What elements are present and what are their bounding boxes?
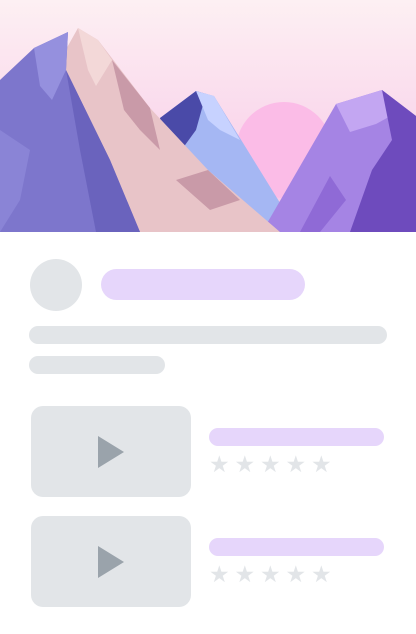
video-list-item[interactable]: ★ ★ ★ ★ ★ bbox=[0, 406, 416, 498]
star-icon[interactable]: ★ bbox=[311, 561, 337, 589]
star-icon[interactable]: ★ bbox=[209, 451, 235, 479]
video-list-item[interactable]: ★ ★ ★ ★ ★ bbox=[0, 516, 416, 608]
text-placeholder-line bbox=[29, 326, 387, 344]
hero-image bbox=[0, 0, 416, 232]
text-placeholder-line-short bbox=[29, 356, 165, 374]
star-icon[interactable]: ★ bbox=[235, 451, 261, 479]
video-title-placeholder bbox=[209, 428, 384, 446]
play-icon[interactable] bbox=[98, 436, 124, 468]
avatar[interactable] bbox=[30, 259, 82, 311]
star-rating[interactable]: ★ ★ ★ ★ ★ bbox=[209, 451, 337, 479]
mountain-landscape-illustration bbox=[0, 0, 416, 232]
play-icon[interactable] bbox=[98, 546, 124, 578]
star-icon[interactable]: ★ bbox=[311, 451, 337, 479]
star-icon[interactable]: ★ bbox=[286, 451, 312, 479]
star-icon[interactable]: ★ bbox=[260, 451, 286, 479]
star-icon[interactable]: ★ bbox=[235, 561, 261, 589]
star-icon[interactable]: ★ bbox=[260, 561, 286, 589]
content-panel: ★ ★ ★ ★ ★ ★ ★ ★ ★ ★ bbox=[0, 232, 416, 634]
star-icon[interactable]: ★ bbox=[209, 561, 235, 589]
star-rating[interactable]: ★ ★ ★ ★ ★ bbox=[209, 561, 337, 589]
star-icon[interactable]: ★ bbox=[286, 561, 312, 589]
title-placeholder bbox=[101, 269, 305, 300]
video-thumbnail[interactable] bbox=[31, 406, 191, 497]
video-title-placeholder bbox=[209, 538, 384, 556]
video-thumbnail[interactable] bbox=[31, 516, 191, 607]
